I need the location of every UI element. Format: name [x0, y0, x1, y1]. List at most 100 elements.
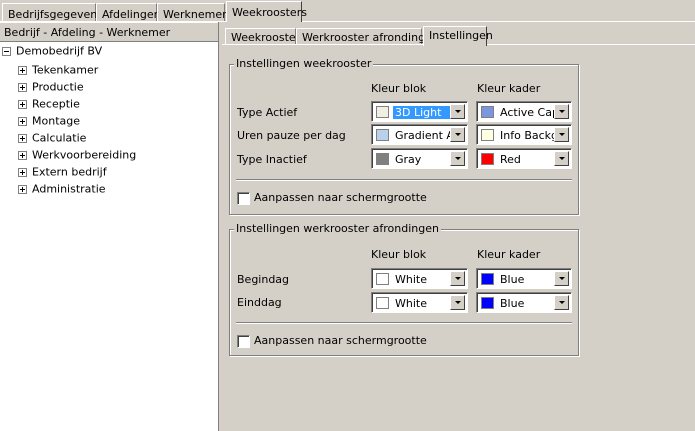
- dropdown-arrow-icon[interactable]: [450, 151, 465, 166]
- tree-node-label: Montage: [32, 114, 80, 128]
- einddag-frame-color-select[interactable]: Blue: [476, 292, 572, 313]
- tab-label: Weekrooster: [231, 31, 301, 44]
- dropdown-arrow-icon[interactable]: [450, 127, 465, 142]
- dropdown-arrow-icon[interactable]: [450, 104, 465, 119]
- column-header-block-color: Kleur blok: [371, 82, 427, 95]
- row-label-begindag: Begindag: [237, 273, 290, 286]
- afrondingen-settings-title: Instellingen werkrooster afrondingen: [234, 222, 441, 235]
- expand-icon[interactable]: [18, 133, 27, 143]
- color-swatch: [481, 273, 494, 285]
- tree-node-administratie[interactable]: Administratie: [18, 182, 106, 196]
- selected-color-text: Gray: [395, 153, 422, 166]
- tree-node-label: Calculatie: [32, 131, 87, 145]
- dropdown-arrow-icon[interactable]: [450, 295, 465, 310]
- expand-icon[interactable]: [18, 184, 27, 194]
- type-actief-frame-color-select[interactable]: Active Caption: [476, 101, 572, 122]
- tree-node-productie[interactable]: Productie: [18, 80, 84, 94]
- tree-node-label: Werkvoorbereiding: [32, 148, 137, 162]
- panel-splitter[interactable]: [218, 22, 219, 431]
- uren-pauze-frame-color-select[interactable]: Info Background: [476, 124, 572, 145]
- tree-node-label: Administratie: [32, 182, 106, 196]
- dropdown-arrow-icon[interactable]: [554, 295, 569, 310]
- row-label-type-actief: Type Actief: [237, 106, 298, 119]
- row-label-uren-pauze: Uren pauze per dag: [237, 129, 346, 142]
- color-swatch: [376, 129, 389, 141]
- column-header-frame-color: Kleur kader: [477, 248, 541, 261]
- expand-icon[interactable]: [18, 65, 27, 75]
- color-swatch: [481, 153, 494, 165]
- collapse-icon[interactable]: [2, 46, 11, 56]
- tab-afdelingen[interactable]: Afdelingen: [96, 3, 161, 22]
- tab-instellingen[interactable]: Instellingen: [423, 26, 493, 46]
- tree-node-label: Productie: [32, 80, 84, 94]
- tree-node-label: Extern bedrijf: [32, 165, 107, 179]
- selected-color-text: White: [395, 297, 427, 310]
- begindag-block-color-select[interactable]: White: [371, 268, 468, 289]
- selected-color-text: Gradient Active Caption: [395, 129, 450, 142]
- tab-label: Werknemers: [163, 8, 233, 21]
- color-swatch: [481, 106, 494, 118]
- uren-pauze-block-color-select[interactable]: Gradient Active Caption: [371, 124, 468, 145]
- fit-to-screen-checkbox[interactable]: [237, 192, 250, 205]
- tab-label: Werkrooster afrondingen: [302, 31, 439, 44]
- tab-label: Instellingen: [429, 29, 493, 42]
- dropdown-arrow-icon[interactable]: [554, 271, 569, 286]
- type-inactief-block-color-select[interactable]: Gray: [371, 148, 468, 169]
- color-swatch: [376, 297, 389, 309]
- column-header-block-color: Kleur blok: [371, 248, 427, 261]
- tree-header-label: Bedrijf - Afdeling - Werknemer: [4, 26, 171, 39]
- dropdown-arrow-icon[interactable]: [554, 151, 569, 166]
- color-swatch: [481, 129, 494, 141]
- fit-to-screen-label-2: Aanpassen naar schermgrootte: [254, 334, 427, 347]
- expand-icon[interactable]: [18, 99, 27, 109]
- color-swatch: [481, 297, 494, 309]
- tree-node-extern-bedrijf[interactable]: Extern bedrijf: [18, 165, 107, 179]
- color-swatch: [376, 106, 389, 118]
- main-tab-bar: Bedrijfsgegevens Afdelingen Werknemers W…: [0, 0, 695, 22]
- selected-color-text: Active Caption: [500, 106, 554, 119]
- type-actief-block-color-select[interactable]: 3D Light: [371, 101, 468, 122]
- begindag-frame-color-select[interactable]: Blue: [476, 268, 572, 289]
- fit-to-screen-label: Aanpassen naar schermgrootte: [254, 191, 427, 204]
- tab-weekrooster[interactable]: Weekrooster: [225, 28, 300, 45]
- tree-node-werkvoorbereiding[interactable]: Werkvoorbereiding: [18, 148, 136, 162]
- group-separator: [236, 322, 572, 324]
- selected-color-text: Blue: [500, 273, 525, 286]
- expand-icon[interactable]: [18, 116, 27, 126]
- color-swatch: [376, 273, 389, 285]
- selected-color-text: Blue: [500, 297, 525, 310]
- tree-panel-header: Bedrijf - Afdeling - Werknemer: [0, 22, 218, 42]
- selected-color-text: Red: [500, 153, 521, 166]
- selected-color-text: White: [395, 273, 427, 286]
- fit-to-screen-checkbox-2[interactable]: [237, 335, 250, 348]
- tree-node-receptie[interactable]: Receptie: [18, 97, 80, 111]
- row-label-einddag: Einddag: [237, 296, 282, 309]
- expand-icon[interactable]: [18, 167, 27, 177]
- tab-weekroosters[interactable]: Weekroosters: [226, 1, 307, 22]
- row-label-type-inactief: Type Inactief: [237, 153, 307, 166]
- tab-bedrijfsgegevens[interactable]: Bedrijfsgegevens: [2, 3, 103, 22]
- dropdown-arrow-icon[interactable]: [554, 104, 569, 119]
- selected-color-text: Info Background: [500, 129, 554, 142]
- expand-icon[interactable]: [18, 150, 27, 160]
- tree-node-montage[interactable]: Montage: [18, 114, 80, 128]
- selected-color-text: 3D Light: [393, 106, 453, 119]
- tab-label: Afdelingen: [102, 8, 161, 21]
- group-separator: [236, 179, 572, 181]
- weekrooster-settings-title: Instellingen weekrooster: [234, 57, 374, 70]
- dropdown-arrow-icon[interactable]: [554, 127, 569, 142]
- tab-werkrooster-afrondingen[interactable]: Werkrooster afrondingen: [296, 28, 439, 45]
- color-swatch: [376, 153, 389, 165]
- tree-root-label: Demobedrijf BV: [16, 44, 103, 58]
- tree-node-label: Receptie: [32, 97, 80, 111]
- expand-icon[interactable]: [18, 82, 27, 92]
- tree-root-node[interactable]: Demobedrijf BV: [2, 44, 102, 58]
- type-inactief-frame-color-select[interactable]: Red: [476, 148, 572, 169]
- einddag-block-color-select[interactable]: White: [371, 292, 468, 313]
- tab-werknemers[interactable]: Werknemers: [157, 3, 232, 22]
- column-header-frame-color: Kleur kader: [477, 82, 541, 95]
- tree-node-calculatie[interactable]: Calculatie: [18, 131, 86, 145]
- tab-label: Bedrijfsgegevens: [8, 8, 104, 21]
- dropdown-arrow-icon[interactable]: [450, 271, 465, 286]
- tree-node-tekenkamer[interactable]: Tekenkamer: [18, 63, 98, 77]
